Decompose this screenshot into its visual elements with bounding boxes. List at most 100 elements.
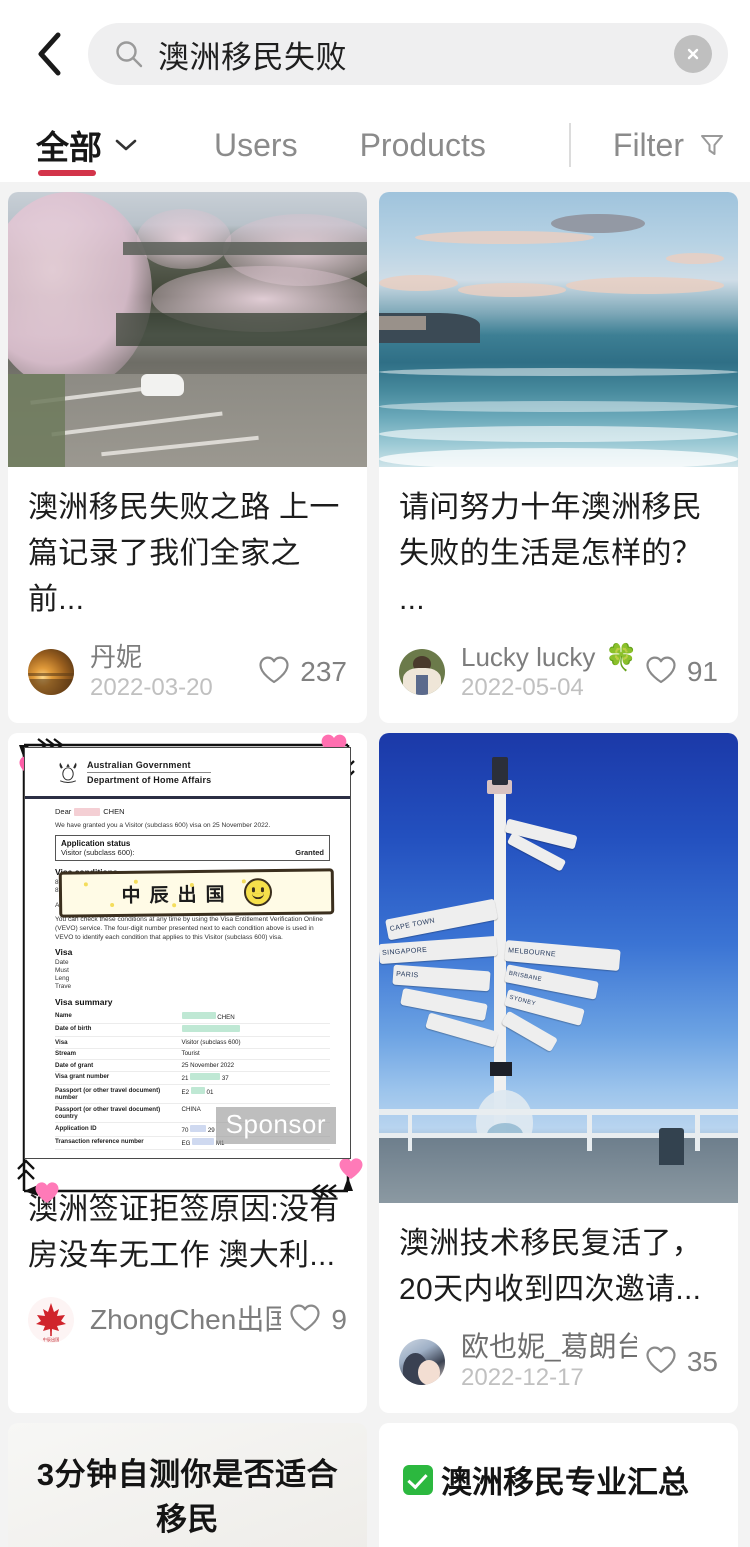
heart-outline-icon <box>645 655 677 690</box>
like-count: 9 <box>331 1304 347 1335</box>
card-body: 澳洲技术移民复活了，20天内收到四次邀请... 欧也妮_葛朗台 2022-12-… <box>379 1203 738 1413</box>
tab-users[interactable]: Users <box>214 108 298 182</box>
partial-row: Date <box>55 959 69 966</box>
tab-products[interactable]: Products <box>360 108 486 182</box>
sticker-text: 中辰出国 <box>121 884 234 907</box>
green-check-icon <box>403 1464 433 1495</box>
redaction-block <box>74 807 101 816</box>
row-value: Tourist <box>181 1050 200 1057</box>
tab-products-label: Products <box>359 126 486 163</box>
row-value: CHEN <box>181 1011 331 1022</box>
row-value: 25 November 2022 <box>181 1061 235 1069</box>
result-card[interactable]: 请问努力十年澳洲移民失败的生活是怎样的？ ... Lucky lucky 🍀 2… <box>379 192 738 723</box>
author-block: ZhongChen出国 <box>90 1304 281 1336</box>
row-key: Application ID <box>55 1124 97 1132</box>
card-meta: 丹妮 2022-03-20 237 <box>28 641 347 703</box>
status-value: Granted <box>295 848 324 857</box>
partial-row: Leng <box>55 975 70 982</box>
summary-heading: 澳洲移民专业汇总 <box>403 1457 714 1502</box>
card-image-quiz[interactable]: 3分钟自测你是否适合移民 1. 年龄: 30以下含30 +10分 29-34 +… <box>8 1423 367 1547</box>
card-meta: Lucky lucky 🍀 2022-05-04 91 <box>399 641 718 703</box>
avatar[interactable] <box>399 649 445 695</box>
avatar[interactable] <box>28 649 74 695</box>
heart-sticker-icon <box>34 1181 59 1203</box>
result-card-partial[interactable]: 澳洲移民专业汇总 1 商科 Commerce 读的人最多、录取要求和学费也几乎最… <box>379 1423 738 1547</box>
card-body: 澳洲移民失败之路 上一篇记录了我们全家之前... 丹妮 2022-03-20 2… <box>8 467 367 723</box>
like-count: 237 <box>300 656 347 687</box>
filter-label: Filter <box>612 126 684 163</box>
card-title: 澳洲技术移民复活了，20天内收到四次邀请... <box>399 1227 702 1306</box>
result-card-partial[interactable]: 3分钟自测你是否适合移民 1. 年龄: 30以下含30 +10分 29-34 +… <box>8 1423 367 1547</box>
card-meta: 欧也妮_葛朗台 2022-12-17 35 <box>399 1331 718 1393</box>
heart-outline-icon <box>289 1303 321 1338</box>
maple-leaf-icon: 中辰出国 <box>36 1303 66 1343</box>
table-row: Date of grant 25 November 2022 <box>55 1060 330 1072</box>
like-count: 91 <box>686 656 718 687</box>
vevo-note: You can check these conditions at any ti… <box>55 916 323 941</box>
tab-all[interactable]: 全部 <box>36 108 138 182</box>
avatar[interactable]: 中辰出国 <box>28 1297 74 1343</box>
partial-visa-heading: Visa <box>55 947 73 957</box>
row-key: Passport (or other travel document) coun… <box>55 1105 161 1121</box>
author-block: 丹妮 2022-03-20 <box>90 641 250 703</box>
tab-all-label: 全部 <box>36 129 102 166</box>
chevron-left-icon <box>36 32 62 76</box>
result-card-sponsored[interactable]: Australian Government Department of Home… <box>8 733 367 1413</box>
signpost-destination: SYDNEY <box>508 994 536 1008</box>
like-button[interactable]: 35 <box>645 1345 718 1380</box>
back-button[interactable] <box>24 25 74 83</box>
dear-prefix: Dear <box>55 807 72 816</box>
clear-search-button[interactable] <box>674 35 712 73</box>
letter-body: Dear CHEN We have granted you a Visitor … <box>37 807 338 1150</box>
author-name: ZhongChen出国 <box>90 1304 282 1335</box>
table-row: Name CHEN <box>55 1010 330 1024</box>
dear-name: CHEN <box>103 807 125 816</box>
card-title: 请问努力十年澳洲移民失败的生活是怎样的？ ... <box>399 491 702 616</box>
result-card[interactable]: CAPE TOWN SINGAPORE PARIS MELBOURNE BRIS… <box>379 733 738 1413</box>
like-button[interactable]: 237 <box>258 655 347 690</box>
card-image-signpost[interactable]: CAPE TOWN SINGAPORE PARIS MELBOURNE BRIS… <box>379 733 738 1203</box>
author-name: 丹妮 <box>90 642 143 672</box>
row-key: Visa <box>55 1038 68 1046</box>
app-header: 澳洲移民失败 全部 Users Products Filter <box>0 0 750 182</box>
funnel-icon <box>698 131 726 159</box>
sponsor-badge: Sponsor <box>215 1107 336 1144</box>
results-grid: 澳洲移民失败之路 上一篇记录了我们全家之前... 丹妮 2022-03-20 2… <box>0 182 750 1547</box>
status-label: Visitor (subclass 600): <box>61 848 135 857</box>
search-input-container[interactable]: 澳洲移民失败 <box>88 23 728 85</box>
signpost-destination: BRISBANE <box>507 970 542 983</box>
author-block: 欧也妮_葛朗台 2022-12-17 <box>461 1331 637 1393</box>
tab-users-label: Users <box>214 126 298 163</box>
publish-date: 2022-05-04 <box>461 674 584 701</box>
like-button[interactable]: 9 <box>289 1303 347 1338</box>
card-image-visa-letter[interactable]: Australian Government Department of Home… <box>8 733 367 1203</box>
agency-sticker: 中辰出国 <box>58 868 335 918</box>
visa-summary-heading: Visa summary <box>55 997 113 1007</box>
row-key: Stream <box>55 1050 76 1057</box>
avatar[interactable] <box>399 1339 445 1385</box>
like-button[interactable]: 91 <box>645 655 718 690</box>
tabs-divider <box>568 123 571 167</box>
row-key: Date of birth <box>55 1025 92 1032</box>
signpost-destination: SINGAPORE <box>381 946 428 958</box>
result-card[interactable]: 澳洲移民失败之路 上一篇记录了我们全家之前... 丹妮 2022-03-20 2… <box>8 192 367 723</box>
card-body: 请问努力十年澳洲移民失败的生活是怎样的？ ... Lucky lucky 🍀 2… <box>379 467 738 723</box>
row-key: Passport (or other travel document) numb… <box>55 1086 161 1102</box>
quiz-heading: 3分钟自测你是否适合移民 <box>36 1457 339 1537</box>
heart-sticker-icon <box>338 1157 363 1179</box>
clover-emoji-icon: 🍀 <box>605 642 637 672</box>
summary-item-label: 商科 Commerce <box>437 1542 623 1547</box>
author-block: Lucky lucky 🍀 2022-05-04 <box>461 641 637 703</box>
card-meta: 中辰出国 ZhongChen出国 9 <box>28 1297 347 1343</box>
card-image-cherry-blossom[interactable] <box>8 192 367 467</box>
partial-row: Trave <box>55 983 72 990</box>
row-key: Transaction reference number <box>55 1138 144 1145</box>
row-value: 21 37 <box>181 1073 229 1082</box>
card-image-major-summary[interactable]: 澳洲移民专业汇总 1 商科 Commerce 读的人最多、录取要求和学费也几乎最… <box>379 1423 738 1547</box>
card-image-beach[interactable] <box>379 192 738 467</box>
signpost-destination: MELBOURNE <box>507 946 556 958</box>
like-count: 35 <box>686 1346 718 1377</box>
filter-button[interactable]: Filter <box>613 127 726 164</box>
search-input[interactable]: 澳洲移民失败 <box>158 32 674 77</box>
row-value: E2 01 <box>181 1086 214 1096</box>
